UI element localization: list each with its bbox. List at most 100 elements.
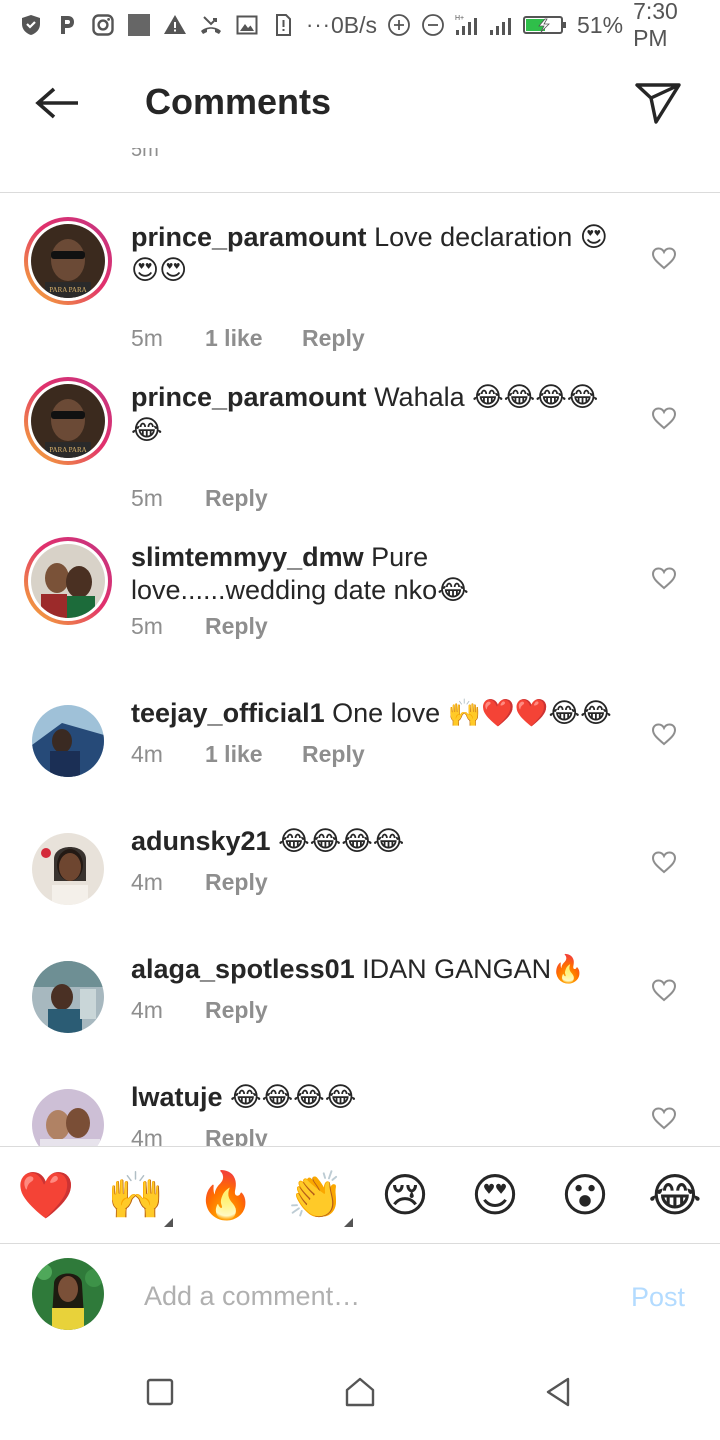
comment-username[interactable]: lwatuje bbox=[131, 1082, 223, 1112]
comment-meta: 5m Reply bbox=[131, 613, 268, 640]
comment-item: alaga_spotless01 IDAN GANGAN🔥 4m Reply bbox=[0, 954, 720, 1057]
triangle-back-icon bbox=[544, 1376, 572, 1413]
gallery-square-icon bbox=[126, 12, 152, 38]
paper-plane-icon bbox=[634, 80, 682, 131]
avatar[interactable] bbox=[24, 537, 112, 625]
page-title: Comments bbox=[145, 81, 332, 122]
reaction-raised-hands[interactable]: 🙌 bbox=[107, 1167, 173, 1227]
comment-likes[interactable]: 1 like bbox=[205, 741, 302, 768]
reaction-surprised[interactable]: 😮 bbox=[557, 1167, 613, 1223]
comment-meta: 5m 1 like Reply bbox=[131, 325, 365, 352]
like-button[interactable] bbox=[650, 850, 678, 879]
comment-timestamp: 5m bbox=[131, 613, 163, 639]
like-button[interactable] bbox=[650, 1106, 678, 1133]
back-button[interactable] bbox=[28, 81, 84, 129]
comment-username[interactable]: prince_paramount bbox=[131, 222, 367, 252]
more-notifications: ··· bbox=[306, 12, 331, 37]
reaction-fire[interactable]: 🔥 bbox=[197, 1167, 254, 1223]
comment-body: adunsky21 😂😂😂😂 bbox=[131, 825, 621, 858]
comment-text: 😂😂😂😂 bbox=[230, 1082, 357, 1112]
sim-alert-icon bbox=[270, 12, 296, 38]
comment-item: teejay_official1 One love 🙌❤️❤️😂😂 4m 1 l… bbox=[0, 698, 720, 801]
svg-text:H+: H+ bbox=[455, 15, 464, 22]
comment-timestamp: 4m bbox=[131, 997, 163, 1023]
reply-button[interactable]: Reply bbox=[205, 869, 268, 896]
shield-icon bbox=[18, 12, 44, 38]
reaction-raised-hands-glyph: 🙌 bbox=[107, 1169, 165, 1221]
reaction-heart-eyes[interactable]: 😍 bbox=[467, 1167, 523, 1223]
reaction-crying[interactable]: 😢 bbox=[377, 1167, 433, 1223]
battery-charging-icon bbox=[523, 12, 567, 38]
comment-item: lwatuje 😂😂😂😂 4m Reply bbox=[0, 1082, 720, 1146]
svg-text:PARA PARA: PARA PARA bbox=[49, 446, 86, 454]
comment-meta: 4m Reply bbox=[131, 869, 268, 896]
avatar[interactable] bbox=[32, 833, 104, 905]
comment-username[interactable]: slimtemmyy_dmw bbox=[131, 542, 364, 572]
comment-likes[interactable]: 1 like bbox=[205, 325, 302, 352]
status-right-icons: 0B/s H+ 51% 7:30 PM bbox=[331, 0, 706, 52]
reaction-heart[interactable]: ❤️ bbox=[17, 1167, 74, 1223]
avatar[interactable]: PARA PARA bbox=[24, 377, 112, 465]
recents-button[interactable] bbox=[140, 1374, 180, 1414]
clock: 7:30 PM bbox=[633, 0, 678, 51]
comment-username[interactable]: prince_paramount bbox=[131, 382, 367, 412]
comment-username[interactable]: teejay_official1 bbox=[131, 698, 325, 728]
reply-button[interactable]: Reply bbox=[302, 741, 365, 768]
comment-list[interactable]: PARA PARA prince_paramount Love declarat… bbox=[0, 193, 720, 1146]
p-app-icon bbox=[54, 12, 80, 38]
data-saver-plus-icon bbox=[387, 12, 411, 38]
avatar[interactable] bbox=[32, 1089, 104, 1146]
profile-photo: PARA PARA bbox=[31, 224, 105, 298]
current-user-avatar bbox=[32, 1258, 104, 1330]
heart-outline-icon bbox=[651, 850, 677, 879]
comment-input[interactable] bbox=[144, 1274, 584, 1318]
comment-body: alaga_spotless01 IDAN GANGAN🔥 bbox=[131, 953, 621, 986]
status-bar: ··· 0B/s H+ 51% 7:30 PM bbox=[0, 0, 720, 52]
reply-button[interactable]: Reply bbox=[205, 485, 268, 512]
avatar[interactable] bbox=[32, 705, 104, 777]
comment-timestamp: 5m bbox=[131, 485, 163, 511]
heart-outline-icon bbox=[651, 406, 677, 435]
post-button[interactable]: Post bbox=[631, 1282, 685, 1313]
comment-body: lwatuje 😂😂😂😂 bbox=[131, 1081, 621, 1114]
dnd-minus-icon bbox=[421, 12, 445, 38]
reply-button[interactable]: Reply bbox=[205, 613, 268, 640]
share-button[interactable] bbox=[632, 79, 684, 131]
like-button[interactable] bbox=[650, 978, 678, 1005]
warning-icon bbox=[162, 12, 188, 38]
comment-item: adunsky21 😂😂😂😂 4m Reply bbox=[0, 826, 720, 929]
reply-button[interactable]: Reply bbox=[205, 1125, 268, 1146]
avatar[interactable] bbox=[32, 961, 104, 1033]
signal-icon bbox=[489, 12, 513, 38]
instagram-icon bbox=[90, 12, 116, 38]
comment-timestamp: 4m bbox=[131, 741, 163, 767]
profile-photo bbox=[32, 1089, 104, 1146]
like-button[interactable] bbox=[650, 406, 678, 435]
reply-button[interactable]: Reply bbox=[302, 325, 365, 352]
comment-item: PARA PARA prince_paramount Love declarat… bbox=[0, 217, 720, 357]
comment-meta: 4m Reply bbox=[131, 997, 268, 1024]
svg-text:PARA PARA: PARA PARA bbox=[49, 286, 86, 294]
comment-timestamp: 4m bbox=[131, 869, 163, 895]
comment-meta: 4m Reply bbox=[131, 1125, 268, 1146]
reaction-laughing[interactable]: 😂 bbox=[647, 1167, 703, 1223]
home-icon bbox=[344, 1376, 376, 1413]
like-button[interactable] bbox=[650, 722, 678, 749]
back-nav-button[interactable] bbox=[538, 1374, 578, 1414]
like-button[interactable] bbox=[650, 246, 678, 273]
previous-comment-timestamp: 5m bbox=[131, 148, 159, 160]
signal-icon: H+ bbox=[455, 12, 479, 38]
profile-photo bbox=[32, 705, 104, 777]
reaction-clap[interactable]: 👏 bbox=[287, 1167, 353, 1227]
skin-tone-indicator-icon bbox=[164, 1218, 173, 1227]
missed-call-icon bbox=[198, 12, 224, 38]
comment-body: slimtemmyy_dmw Pure love......wedding da… bbox=[131, 541, 621, 607]
like-button[interactable] bbox=[650, 566, 678, 595]
reply-button[interactable]: Reply bbox=[205, 997, 268, 1024]
heart-outline-icon bbox=[651, 566, 677, 595]
comment-username[interactable]: adunsky21 bbox=[131, 826, 271, 856]
home-button[interactable] bbox=[340, 1374, 380, 1414]
avatar[interactable]: PARA PARA bbox=[24, 217, 112, 305]
image-icon bbox=[234, 12, 260, 38]
comment-username[interactable]: alaga_spotless01 bbox=[131, 954, 355, 984]
